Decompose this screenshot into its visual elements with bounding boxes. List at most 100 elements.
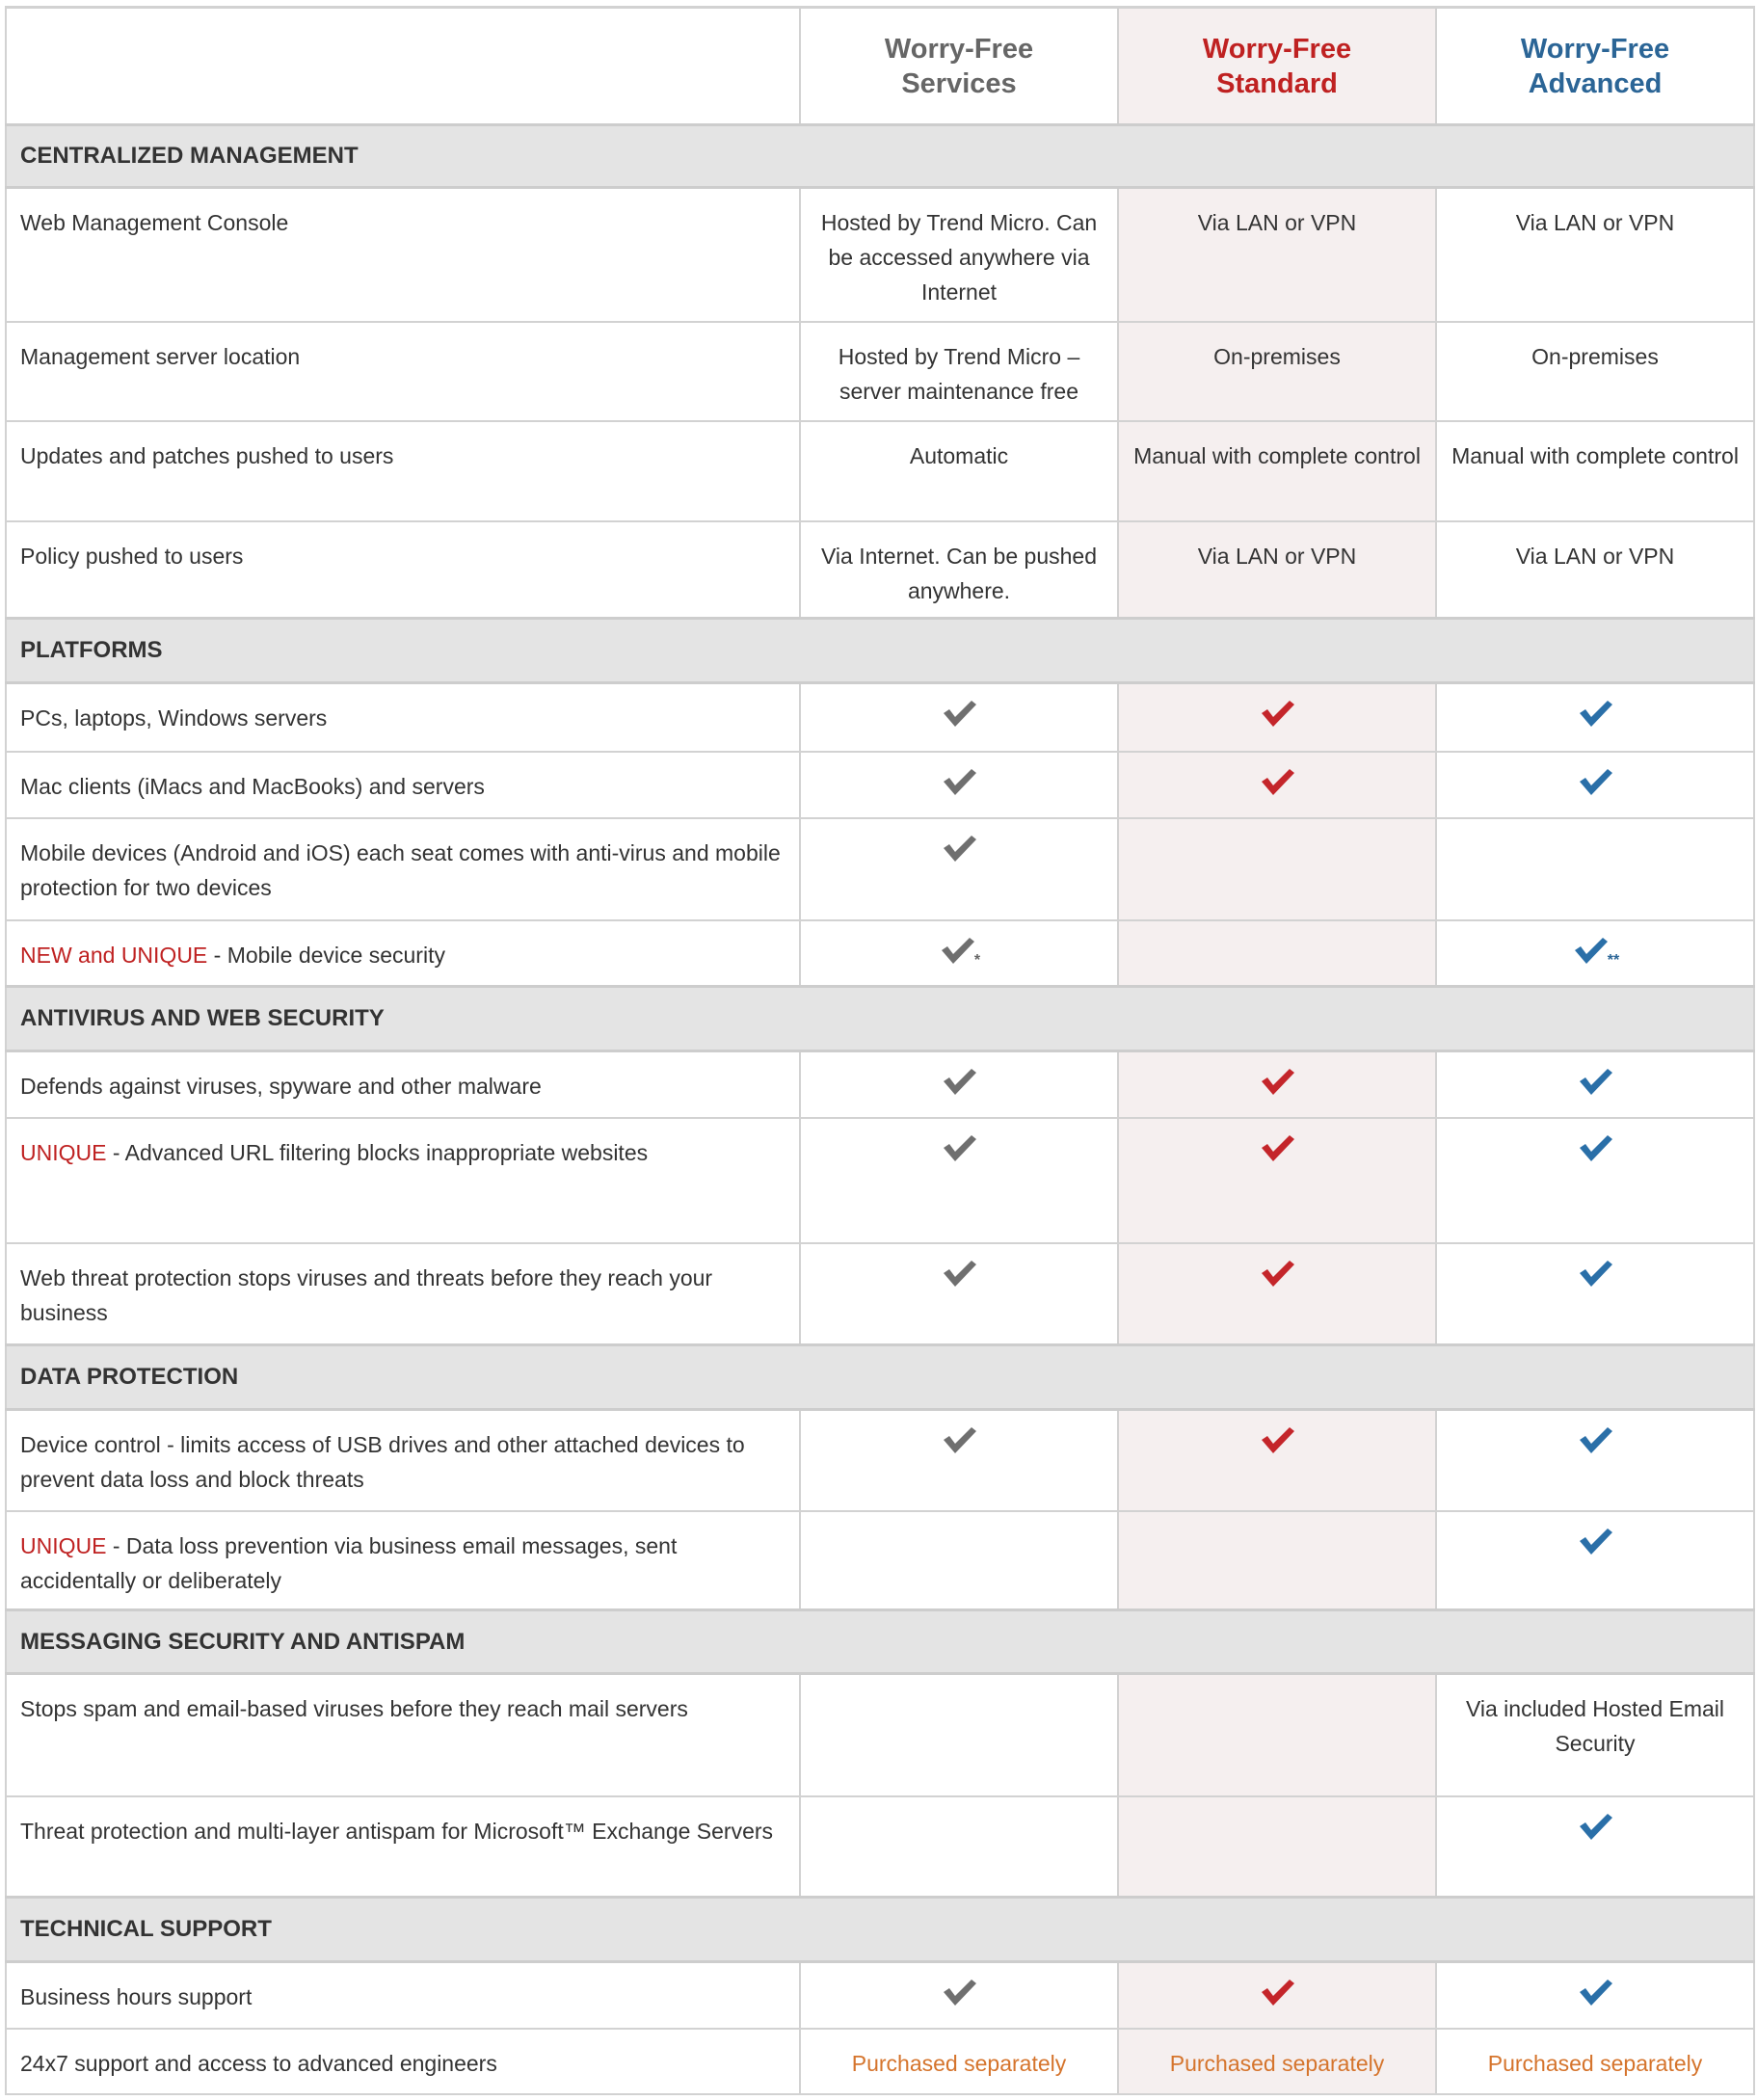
check-icon (1258, 1978, 1296, 2007)
feature-label-text: Management server location (20, 343, 301, 369)
cell-text: Manual with complete control (1451, 442, 1739, 468)
section-header-row: CENTRALIZED MANAGEMENT (5, 123, 1755, 189)
footnote-marker: * (973, 951, 981, 969)
section-title: DATA PROTECTION (5, 1343, 1755, 1411)
feature-label: Threat protection and multi-layer antisp… (5, 1794, 801, 1899)
section-title: PLATFORMS (5, 617, 1755, 684)
feature-label: UNIQUE - Advanced URL filtering blocks i… (5, 1116, 801, 1244)
cell-services (799, 1672, 1119, 1797)
cell-standard (1117, 918, 1437, 988)
feature-label: Defends against viruses, spyware and oth… (5, 1050, 801, 1119)
column-header-services-line2: Services (901, 67, 1017, 99)
cell-advanced: ** (1435, 918, 1755, 988)
cell-advanced: Via included Hosted Email Security (1435, 1672, 1755, 1797)
feature-label-text: - Advanced URL filtering blocks inapprop… (106, 1139, 649, 1165)
feature-label-text: Device control - limits access of USB dr… (20, 1432, 745, 1492)
check-icon (1258, 1133, 1296, 1162)
cell-advanced (1435, 1408, 1755, 1512)
section-title: TECHNICAL SUPPORT (5, 1896, 1755, 1963)
section-title: CENTRALIZED MANAGEMENT (5, 123, 1755, 189)
cell-standard (1117, 1050, 1437, 1119)
cell-standard (1117, 1116, 1437, 1244)
check-icon (1576, 1425, 1614, 1454)
cell-services: Hosted by Trend Micro – server maintenan… (799, 320, 1119, 422)
feature-label-text: PCs, laptops, Windows servers (20, 705, 328, 731)
cell-services (799, 750, 1119, 819)
feature-row: UNIQUE - Advanced URL filtering blocks i… (5, 1116, 1755, 1244)
column-header-advanced: Worry-Free Advanced (1435, 6, 1755, 126)
cell-text: Purchased separately (851, 2050, 1067, 2076)
cell-text: Via LAN or VPN (1515, 210, 1675, 235)
cell-text: Manual with complete control (1133, 442, 1421, 468)
feature-row: Updates and patches pushed to users Autom… (5, 419, 1755, 522)
cell-text: Automatic (909, 442, 1009, 468)
check-icon (1576, 1527, 1614, 1555)
section-header-row: ANTIVIRUS AND WEB SECURITY (5, 985, 1755, 1052)
section-header-row: PLATFORMS (5, 617, 1755, 684)
cell-text: Hosted by Trend Micro – server maintenan… (838, 343, 1080, 404)
cell-advanced (1435, 1960, 1755, 2030)
feature-label-text: Defends against viruses, spyware and oth… (20, 1074, 542, 1099)
check-icon (940, 1978, 978, 2007)
cell-standard: Manual with complete control (1117, 419, 1437, 522)
feature-label: Mobile devices (Android and iOS) each se… (5, 816, 801, 921)
feature-row: Management server location Hosted by Tren… (5, 320, 1755, 422)
section-header-row: TECHNICAL SUPPORT (5, 1896, 1755, 1963)
cell-services: Via Internet. Can be pushed anywhere. (799, 519, 1119, 620)
cell-advanced: Via LAN or VPN (1435, 519, 1755, 620)
check-icon (1258, 699, 1296, 728)
check-icon (1258, 1259, 1296, 1288)
cell-standard (1117, 1509, 1437, 1611)
feature-row: Device control - limits access of USB dr… (5, 1408, 1755, 1512)
cell-text: Via Internet. Can be pushed anywhere. (820, 543, 1097, 603)
feature-label: Device control - limits access of USB dr… (5, 1408, 801, 1512)
cell-standard (1117, 1960, 1437, 2030)
check-icon (940, 1425, 978, 1454)
feature-label: Web Management Console (5, 186, 801, 323)
feature-row: Business hours support (5, 1960, 1755, 2030)
check-icon (1576, 1812, 1614, 1841)
feature-label-text: Threat protection and multi-layer antisp… (20, 1818, 774, 1844)
feature-label-text: - Data loss prevention via business emai… (20, 1532, 678, 1593)
check-icon (1571, 936, 1610, 965)
check-icon (1258, 767, 1296, 796)
cell-advanced (1435, 681, 1755, 753)
check-icon (938, 936, 976, 965)
feature-row: Mac clients (iMacs and MacBooks) and ser… (5, 750, 1755, 819)
footnote-marker: ** (1607, 951, 1620, 969)
cell-advanced (1435, 1794, 1755, 1899)
feature-row: Policy pushed to users Via Internet. Can … (5, 519, 1755, 620)
check-icon (940, 699, 978, 728)
feature-label-text: Mobile devices (Android and iOS) each se… (20, 839, 781, 900)
cell-services (799, 816, 1119, 921)
column-header-standard-line1: Worry-Free (1202, 33, 1352, 65)
cell-standard: Purchased separately (1117, 2027, 1437, 2095)
cell-text: On-premises (1213, 343, 1341, 369)
cell-standard (1117, 750, 1437, 819)
feature-row: Threat protection and multi-layer antisp… (5, 1794, 1755, 1899)
feature-row: PCs, laptops, Windows servers (5, 681, 1755, 753)
cell-text: Via LAN or VPN (1197, 210, 1357, 235)
check-icon (940, 834, 978, 863)
feature-label-text: 24x7 support and access to advanced engi… (20, 2050, 497, 2076)
cell-standard: Via LAN or VPN (1117, 186, 1437, 323)
header-empty-cell (5, 6, 801, 126)
feature-label-text: Business hours support (20, 1984, 253, 2009)
feature-label: UNIQUE - Data loss prevention via busine… (5, 1509, 801, 1611)
check-icon (1576, 1133, 1614, 1162)
feature-label-highlight: UNIQUE (20, 1532, 107, 1558)
check-icon (1576, 767, 1614, 796)
cell-advanced (1435, 1509, 1755, 1611)
feature-row: Web threat protection stops viruses and … (5, 1241, 1755, 1346)
cell-advanced: On-premises (1435, 320, 1755, 422)
cell-advanced (1435, 750, 1755, 819)
cell-services (799, 1241, 1119, 1346)
cell-text: Via LAN or VPN (1197, 543, 1357, 569)
check-icon (1258, 1067, 1296, 1096)
section-header-row: DATA PROTECTION (5, 1343, 1755, 1411)
cell-text: Hosted by Trend Micro. Can be accessed a… (820, 210, 1098, 305)
feature-label: PCs, laptops, Windows servers (5, 681, 801, 753)
cell-services (799, 681, 1119, 753)
column-header-standard: Worry-Free Standard (1117, 6, 1437, 126)
check-icon (1576, 1978, 1614, 2007)
